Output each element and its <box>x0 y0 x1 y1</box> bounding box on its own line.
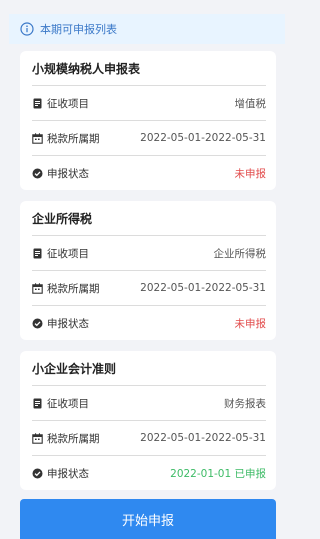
period-value: 2022-05-01-2022-05-31 <box>140 432 266 444</box>
calendar-icon <box>32 432 43 444</box>
document-icon <box>33 248 42 258</box>
period-label: 税款所属期 <box>47 432 100 445</box>
check-circle-icon <box>32 468 43 479</box>
status-value: 2022-01-01 已申报 <box>170 468 266 480</box>
status-label: 申报状态 <box>47 468 89 480</box>
declaration-card[interactable]: 小企业会计准则 征收项目 财务报表 税款所属期 2022-05-01-2022-… <box>20 351 276 490</box>
status-row: 申报状态 未申报 <box>32 306 266 341</box>
info-icon <box>20 22 34 36</box>
check-circle-icon <box>32 168 43 179</box>
calendar-icon <box>32 132 43 144</box>
item-label: 征收项目 <box>47 397 89 410</box>
start-declaration-button[interactable]: 开始申报 <box>20 499 276 539</box>
status-value: 未申报 <box>234 318 267 330</box>
declaration-card[interactable]: 企业所得税 征收项目 企业所得税 税款所属期 2022-05-01-2022-0… <box>20 201 276 340</box>
item-row: 征收项目 增值税 <box>32 86 266 121</box>
status-label: 申报状态 <box>47 318 89 330</box>
declaration-card[interactable]: 小规模纳税人申报表 征收项目 增值税 税款所属期 2022-05-01-2022… <box>20 51 276 190</box>
banner-text: 本期可申报列表 <box>40 23 117 36</box>
status-row: 申报状态 未申报 <box>32 156 266 191</box>
card-title: 企业所得税 <box>32 201 266 236</box>
card-title: 小规模纳税人申报表 <box>32 51 266 86</box>
item-label: 征收项目 <box>47 97 89 110</box>
status-row: 申报状态 2022-01-01 已申报 <box>32 456 266 491</box>
status-label: 申报状态 <box>47 168 89 180</box>
status-value: 未申报 <box>234 168 267 180</box>
period-row: 税款所属期 2022-05-01-2022-05-31 <box>32 121 266 156</box>
period-row: 税款所属期 2022-05-01-2022-05-31 <box>32 421 266 456</box>
item-row: 征收项目 企业所得税 <box>32 236 266 271</box>
document-icon <box>33 398 42 408</box>
item-value: 财务报表 <box>224 397 266 410</box>
period-label: 税款所属期 <box>47 282 100 295</box>
info-banner: 本期可申报列表 <box>9 14 285 44</box>
period-row: 税款所属期 2022-05-01-2022-05-31 <box>32 271 266 306</box>
item-label: 征收项目 <box>47 247 89 260</box>
item-value: 增值税 <box>234 97 267 110</box>
period-value: 2022-05-01-2022-05-31 <box>140 132 266 144</box>
period-label: 税款所属期 <box>47 132 100 145</box>
calendar-icon <box>32 282 43 294</box>
card-title: 小企业会计准则 <box>32 351 266 386</box>
period-value: 2022-05-01-2022-05-31 <box>140 282 266 294</box>
document-icon <box>33 98 42 108</box>
item-row: 征收项目 财务报表 <box>32 386 266 421</box>
check-circle-icon <box>32 318 43 329</box>
item-value: 企业所得税 <box>213 247 267 260</box>
